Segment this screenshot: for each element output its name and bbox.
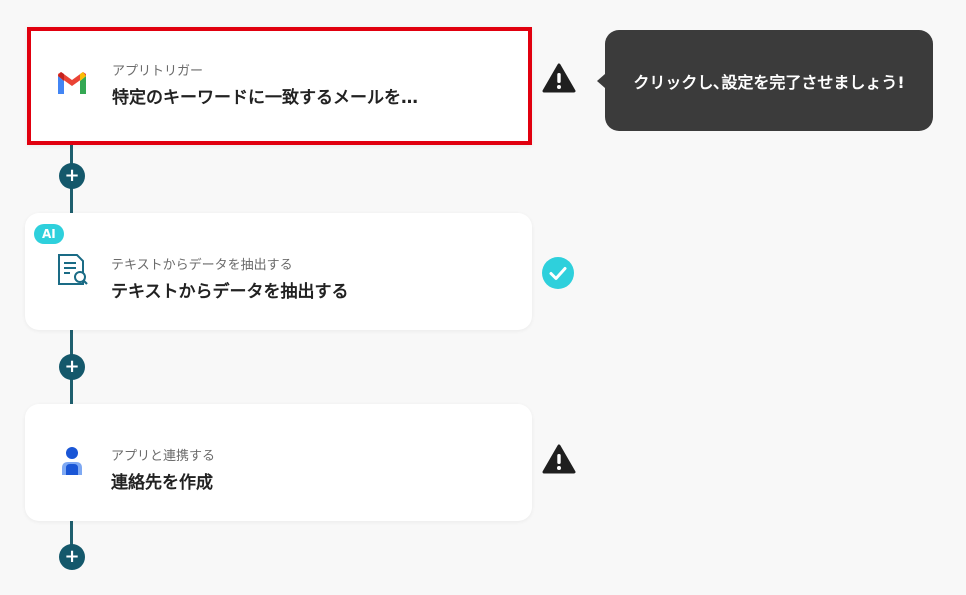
step-title: テキストからデータを抽出する: [111, 282, 349, 302]
warning-icon: [542, 62, 576, 96]
step-kind: アプリトリガー: [112, 64, 204, 79]
step-kind: テキストからデータを抽出する: [111, 258, 293, 273]
tooltip-text: クリックし､設定を完了させましょう!: [633, 72, 905, 92]
add-step-button[interactable]: +: [59, 544, 85, 570]
document-search-icon: [53, 251, 91, 289]
step-card-trigger[interactable]: アプリトリガー 特定のキーワードに一致するメールを…: [27, 27, 532, 145]
step-kind: アプリと連携する: [111, 449, 216, 464]
step-title: 連絡先を作成: [111, 473, 213, 493]
step-card-create-contact[interactable]: アプリと連携する 連絡先を作成: [25, 404, 532, 521]
step-card-extract[interactable]: AI テキストからデータを抽出する テキストからデータを抽出する: [25, 213, 532, 330]
warning-icon: [542, 443, 576, 477]
step-title: 特定のキーワードに一致するメールを…: [112, 88, 418, 108]
person-icon: [53, 442, 91, 480]
tooltip: クリックし､設定を完了させましょう!: [597, 30, 933, 131]
ai-badge: AI: [34, 224, 64, 244]
check-icon: [541, 256, 575, 290]
add-step-button[interactable]: +: [59, 163, 85, 189]
gmail-icon: [55, 67, 93, 105]
add-step-button[interactable]: +: [59, 354, 85, 380]
